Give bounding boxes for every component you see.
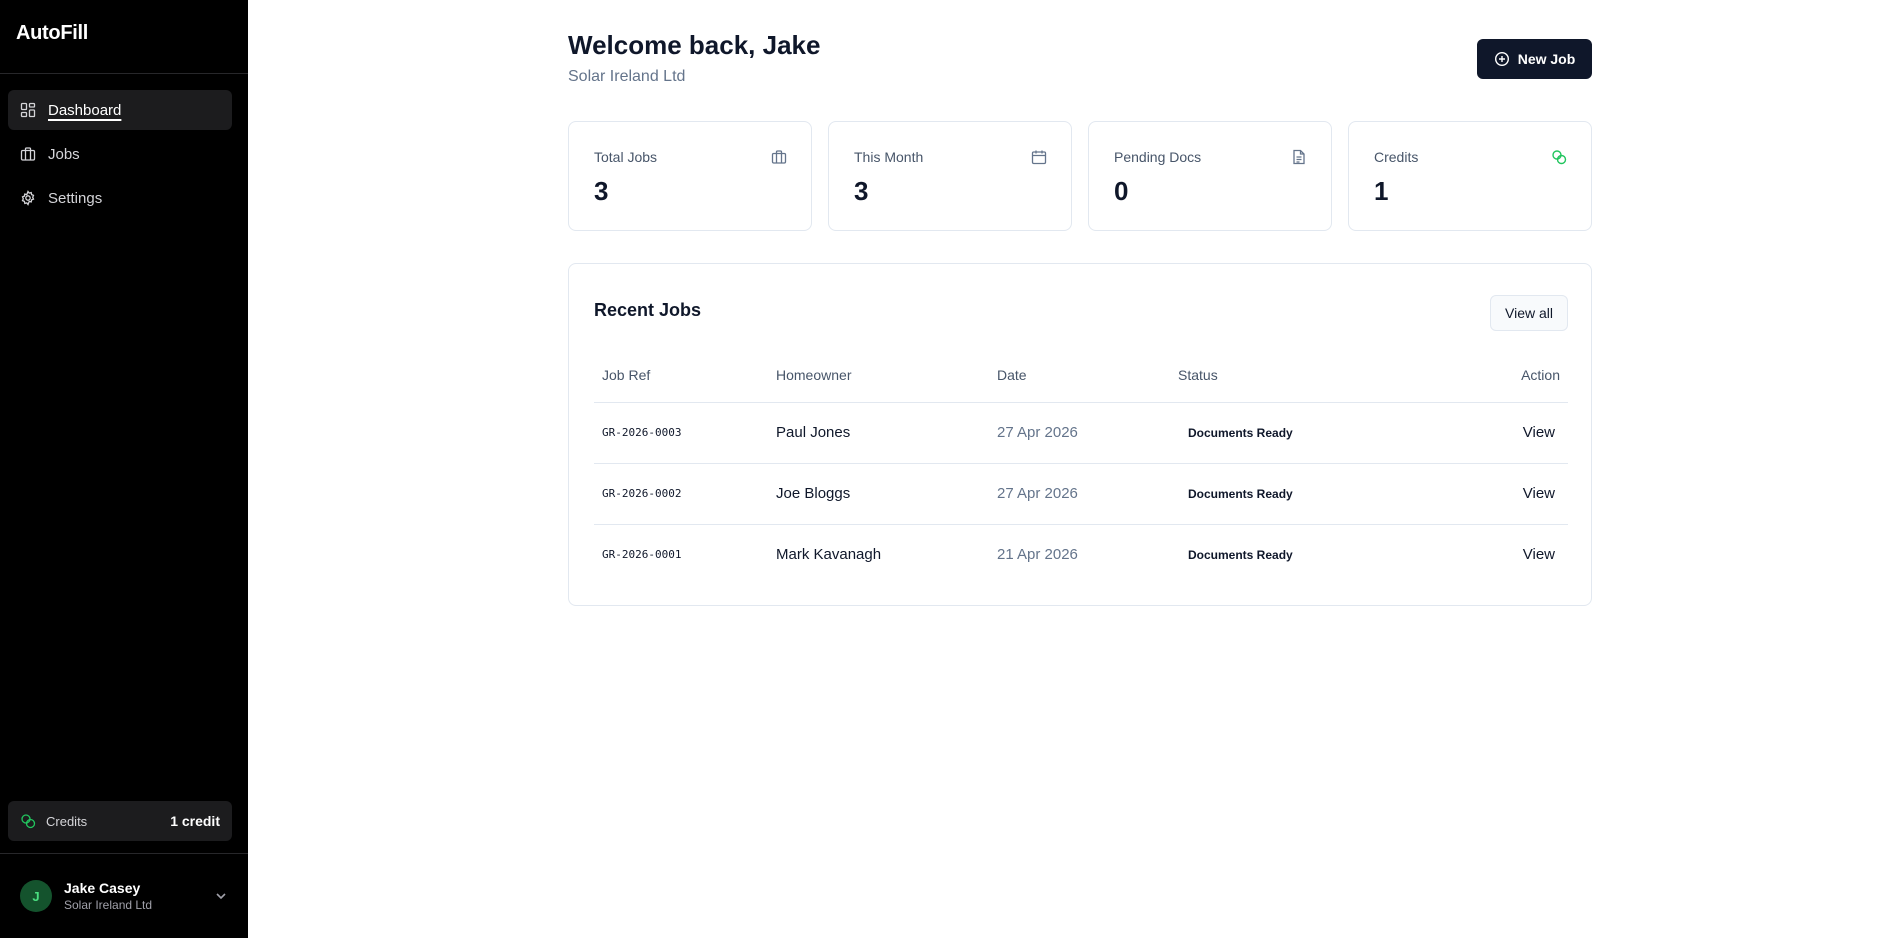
sidebar-divider bbox=[0, 73, 248, 74]
action-cell: View bbox=[1410, 463, 1568, 525]
avatar: J bbox=[20, 880, 52, 912]
new-job-button[interactable]: New Job bbox=[1477, 39, 1592, 79]
user-menu[interactable]: J Jake Casey Solar Ireland Ltd bbox=[0, 854, 248, 938]
briefcase-icon bbox=[20, 146, 36, 162]
view-job-link[interactable]: View bbox=[1523, 424, 1560, 441]
job-date: 21 Apr 2026 bbox=[997, 546, 1078, 564]
action-cell: View bbox=[1410, 524, 1568, 585]
view-job-link[interactable]: View bbox=[1523, 546, 1560, 563]
dashboard-grid-icon bbox=[20, 102, 36, 118]
action-cell: View bbox=[1410, 402, 1568, 464]
plus-circle-icon bbox=[1494, 51, 1510, 67]
status-cell: Documents Ready bbox=[1170, 463, 1410, 525]
sidebar-item-label: Settings bbox=[48, 189, 103, 207]
sidebar: AutoFill Dashboard Jobs Settings Credits… bbox=[0, 0, 248, 938]
recent-jobs-card: Recent Jobs View all Job Ref Homeowner D… bbox=[568, 263, 1592, 606]
sidebar-item-label: Dashboard bbox=[48, 101, 122, 119]
job-ref: GR-2026-0001 bbox=[602, 548, 682, 562]
job-ref: GR-2026-0003 bbox=[594, 402, 768, 464]
view-all-button[interactable]: View all bbox=[1490, 295, 1568, 331]
column-header-job-ref: Job Ref bbox=[594, 348, 768, 403]
status-badge: Documents Ready bbox=[1188, 547, 1293, 562]
sidebar-credits[interactable]: Credits 1 credit bbox=[8, 801, 232, 841]
view-job-link[interactable]: View bbox=[1523, 485, 1560, 502]
table-row[interactable]: GR-2026-0001 Mark Kavanagh 21 Apr 2026 D… bbox=[594, 524, 1568, 585]
recent-jobs-title: Recent Jobs bbox=[594, 300, 702, 320]
column-header-homeowner: Homeowner bbox=[768, 348, 989, 403]
stat-label: Credits bbox=[1374, 149, 1419, 165]
chevron-down-icon[interactable] bbox=[214, 889, 228, 903]
recent-jobs-table: Job Ref Homeowner Date Status Action GR-… bbox=[594, 348, 1568, 585]
status-badge: Documents Ready bbox=[1188, 486, 1293, 501]
stats-row: Total Jobs 3 This Month 3 Pending Docs 0… bbox=[568, 121, 1592, 231]
gear-icon bbox=[20, 190, 36, 206]
status-badge: Documents Ready bbox=[1188, 425, 1293, 440]
homeowner: Paul Jones bbox=[768, 402, 989, 464]
document-icon bbox=[1291, 149, 1307, 165]
app-logo[interactable]: AutoFill bbox=[16, 22, 88, 45]
new-job-label: New Job bbox=[1517, 51, 1576, 67]
job-ref: GR-2026-0002 bbox=[594, 463, 768, 525]
user-name: Jake Casey bbox=[64, 880, 141, 896]
sidebar-item-label: Jobs bbox=[48, 145, 80, 163]
stat-label: Total Jobs bbox=[594, 149, 658, 165]
stat-value: 3 bbox=[594, 176, 609, 206]
user-org: Solar Ireland Ltd bbox=[64, 898, 153, 912]
calendar-icon bbox=[1031, 149, 1047, 165]
column-header-action: Action bbox=[1410, 348, 1568, 403]
column-header-status: Status bbox=[1170, 348, 1410, 403]
sidebar-item-dashboard[interactable]: Dashboard bbox=[8, 90, 232, 130]
status-cell: Documents Ready bbox=[1170, 402, 1410, 464]
sidebar-credits-label: Credits bbox=[46, 813, 88, 829]
sidebar-credits-value: 1 credit bbox=[170, 813, 220, 829]
job-date: 27 Apr 2026 bbox=[989, 402, 1170, 464]
stat-value: 3 bbox=[854, 176, 869, 206]
status-cell: Documents Ready bbox=[1170, 524, 1410, 585]
page-title: Welcome back, Jake bbox=[568, 30, 821, 60]
job-date: 27 Apr 2026 bbox=[989, 463, 1170, 525]
coins-icon bbox=[1551, 149, 1567, 165]
sidebar-nav: Dashboard Jobs Settings bbox=[8, 90, 232, 222]
table-row[interactable]: GR-2026-0003 Paul Jones 27 Apr 2026 Docu… bbox=[594, 402, 1568, 464]
stat-value: 0 bbox=[1114, 176, 1129, 206]
sidebar-item-jobs[interactable]: Jobs bbox=[8, 134, 232, 174]
stat-label: Pending Docs bbox=[1114, 149, 1202, 165]
table-row[interactable]: GR-2026-0002 Joe Bloggs 27 Apr 2026 Docu… bbox=[594, 463, 1568, 525]
column-header-date: Date bbox=[989, 348, 1170, 403]
briefcase-icon bbox=[771, 149, 787, 165]
stat-card-pending-docs: Pending Docs 0 bbox=[1088, 121, 1332, 231]
homeowner: Joe Bloggs bbox=[768, 463, 989, 525]
sidebar-item-settings[interactable]: Settings bbox=[8, 178, 232, 218]
page-subtitle: Solar Ireland Ltd bbox=[568, 68, 686, 85]
stat-label: This Month bbox=[854, 149, 924, 165]
stat-card-this-month: This Month 3 bbox=[828, 121, 1072, 231]
homeowner: Mark Kavanagh bbox=[776, 546, 882, 564]
user-info: Jake Casey Solar Ireland Ltd bbox=[64, 880, 152, 912]
coins-icon bbox=[20, 813, 36, 829]
stat-card-credits: Credits 1 bbox=[1348, 121, 1592, 231]
stat-card-total-jobs: Total Jobs 3 bbox=[568, 121, 812, 231]
table-header-row: Job Ref Homeowner Date Status Action bbox=[594, 348, 1568, 403]
stat-value: 1 bbox=[1374, 176, 1389, 206]
